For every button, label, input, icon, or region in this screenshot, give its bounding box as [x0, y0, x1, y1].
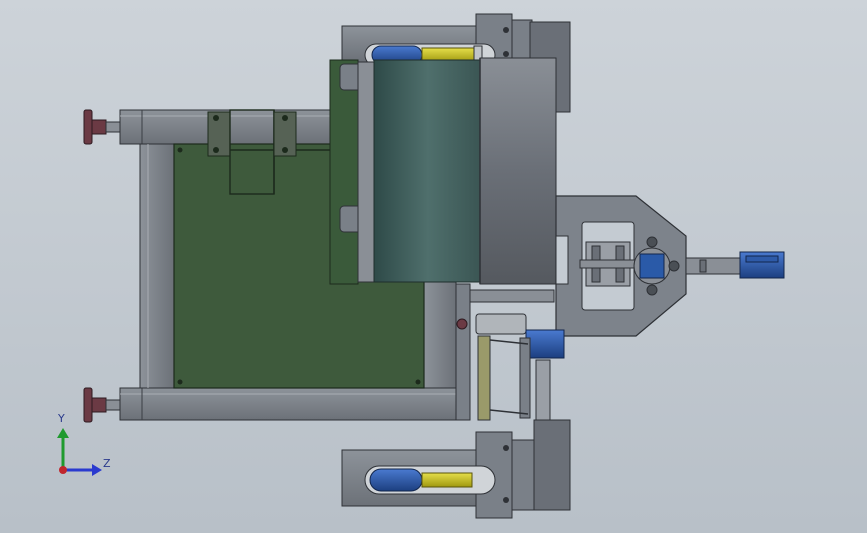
coordinate-triad: [57, 428, 102, 476]
frame-top-beam: [119, 109, 366, 145]
y-axis-arrow: [57, 428, 69, 438]
frame-left-post: [139, 143, 175, 389]
leveling-foot-bottom: [83, 387, 121, 423]
z-axis-arrow: [92, 464, 102, 476]
origin-marker: [59, 466, 67, 474]
y-axis-label: Y: [58, 412, 65, 425]
z-axis-label: Z: [103, 457, 111, 470]
leveling-foot-top: [83, 109, 121, 145]
assembly-drawing: [57, 13, 785, 519]
cad-viewport[interactable]: Y Z: [0, 0, 867, 533]
drum-body: [357, 57, 557, 285]
bottom-pneumatic-cylinder: [364, 465, 496, 495]
right-actuator: [685, 251, 785, 279]
frame-bottom-beam: [119, 387, 471, 421]
coupling-assembly: [579, 241, 639, 287]
frame-right-post: [423, 279, 457, 389]
